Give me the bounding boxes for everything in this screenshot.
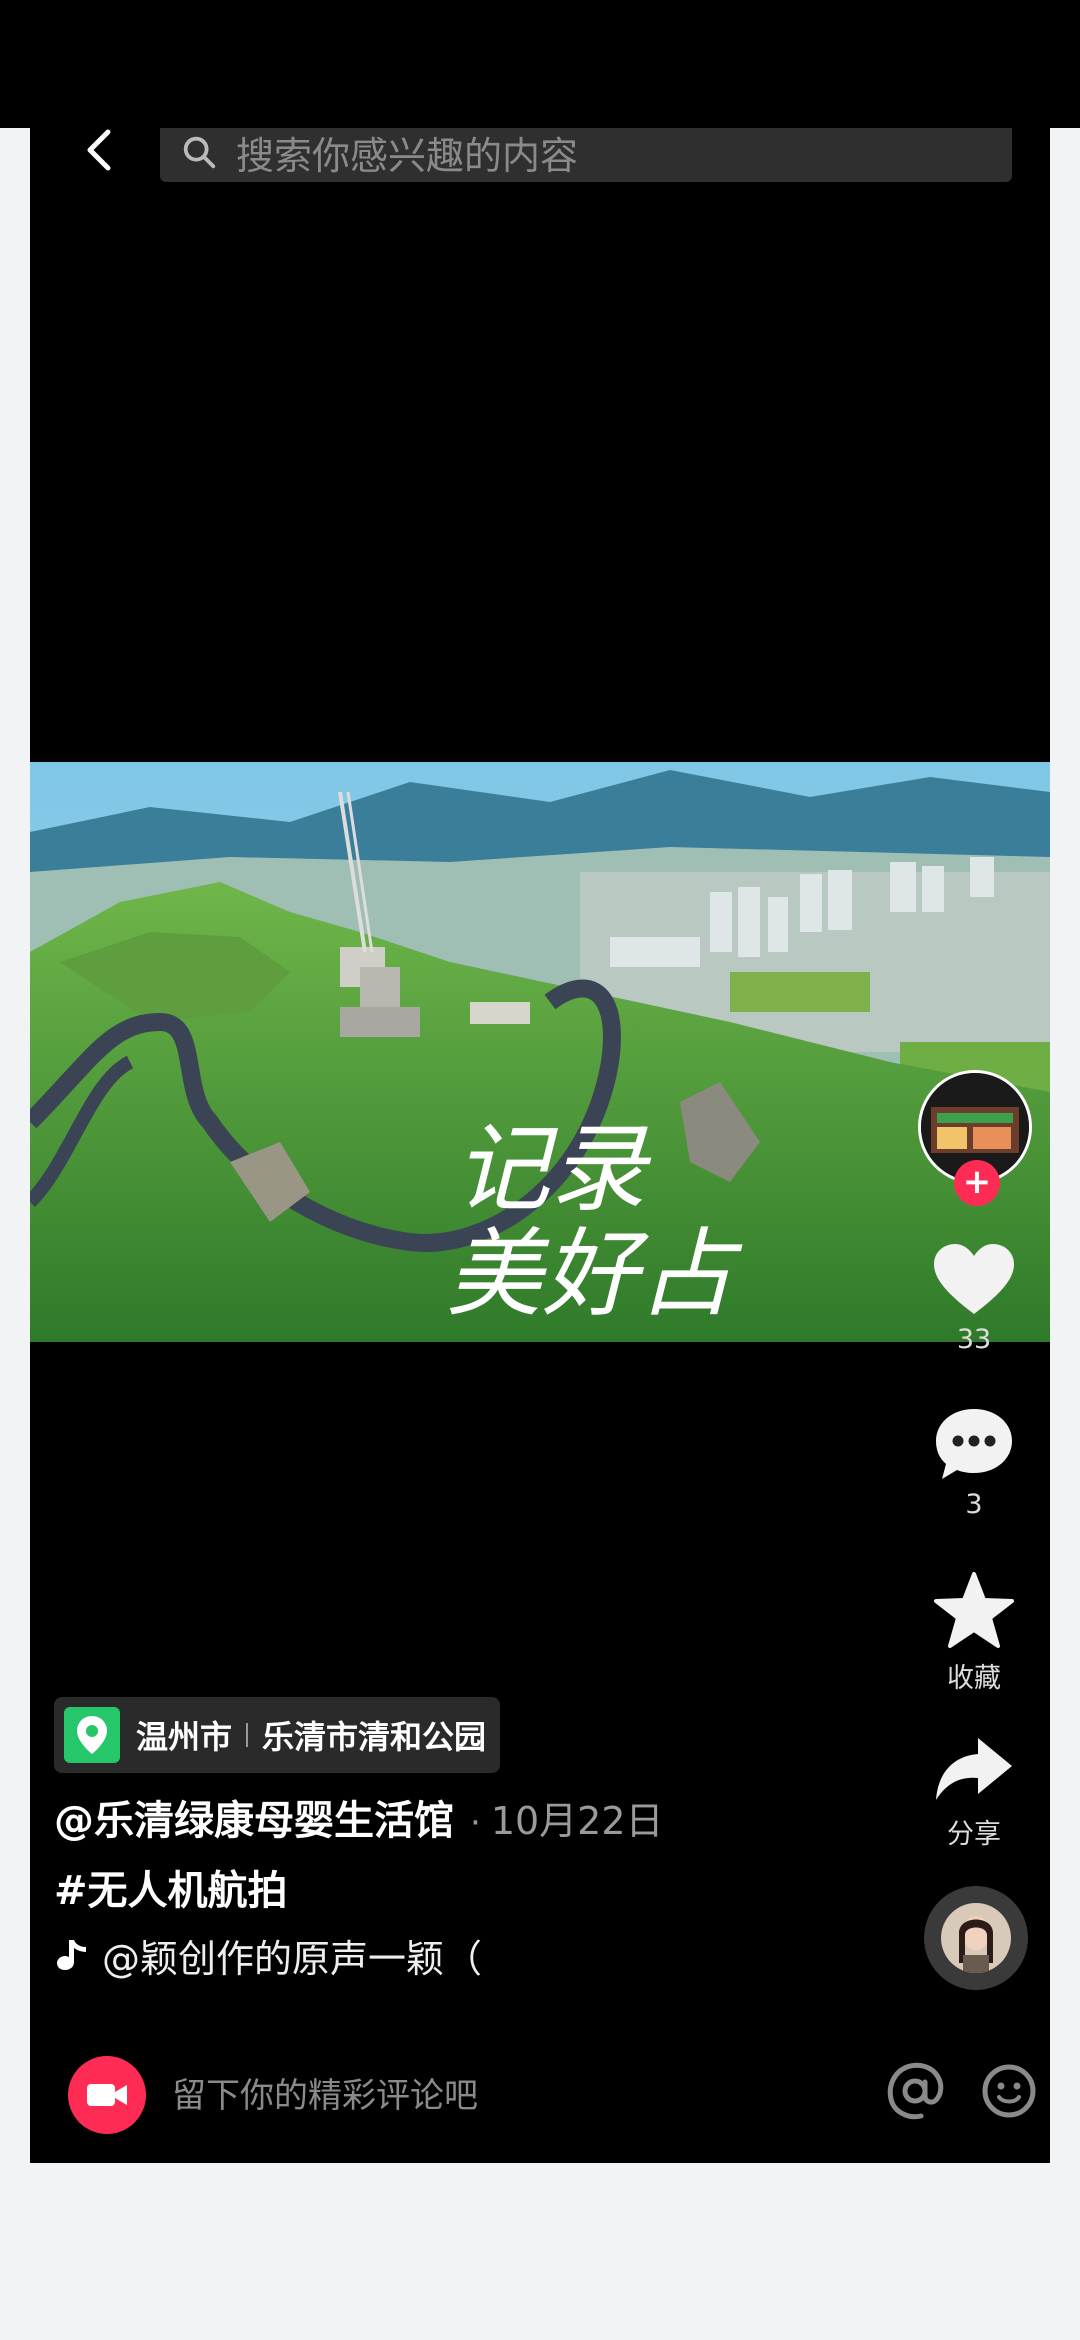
mention-at-icon[interactable] bbox=[880, 2056, 950, 2126]
video-player-panel[interactable]: 搜索你感兴趣的内容 记录 美好占 + 33 3 收藏 分享 温州市 乐清市清和公… bbox=[30, 128, 1050, 2163]
status-bar bbox=[0, 0, 1080, 128]
comment-count: 3 bbox=[965, 1489, 983, 1520]
comment-bar: 留下你的精彩评论吧 bbox=[30, 2042, 1050, 2152]
date-separator: · bbox=[470, 1803, 481, 1843]
author-date-line: @乐清绿康母婴生活馆 · 10月22日 bbox=[54, 1788, 664, 1846]
comment-bubble-icon bbox=[936, 1409, 1012, 1479]
video-frame[interactable]: 记录 美好占 bbox=[30, 762, 1050, 1342]
comment-input[interactable]: 留下你的精彩评论吧 bbox=[172, 2068, 478, 2117]
back-icon[interactable] bbox=[70, 128, 130, 180]
music-disc-button[interactable] bbox=[924, 1886, 1028, 1990]
music-info[interactable]: @颖创作的原声一颖（ bbox=[52, 1928, 482, 1983]
comment-button[interactable]: 3 bbox=[918, 1405, 1030, 1520]
creator-avatar-button[interactable]: + bbox=[918, 1070, 1032, 1206]
like-count: 33 bbox=[956, 1324, 992, 1355]
search-placeholder: 搜索你感兴趣的内容 bbox=[236, 133, 579, 178]
music-cover-avatar bbox=[941, 1903, 1011, 1973]
share-label: 分享 bbox=[947, 1819, 1001, 1850]
post-date: 10月22日 bbox=[490, 1799, 664, 1843]
star-icon bbox=[934, 1572, 1014, 1648]
video-camera-icon bbox=[87, 2084, 127, 2106]
share-arrow-icon bbox=[936, 1738, 1012, 1800]
heart-icon bbox=[934, 1244, 1014, 1314]
follow-button[interactable]: + bbox=[954, 1160, 1000, 1206]
emoji-icon[interactable] bbox=[974, 2056, 1044, 2126]
share-button[interactable]: 分享 bbox=[918, 1732, 1030, 1851]
music-title: @颖创作的原声一颖（ bbox=[102, 1937, 483, 1981]
music-note-icon bbox=[57, 1939, 86, 1970]
video-overlay-text-line1: 记录 bbox=[454, 1113, 652, 1225]
location-divider bbox=[246, 1723, 249, 1747]
location-place: 乐清市清和公园 bbox=[262, 1718, 487, 1756]
search-icon bbox=[183, 136, 216, 169]
location-tag[interactable]: 温州市 乐清市清和公园 bbox=[54, 1697, 501, 1773]
author-name[interactable]: @乐清绿康母婴生活馆 bbox=[54, 1798, 454, 1844]
favorite-button[interactable]: 收藏 bbox=[918, 1570, 1030, 1695]
hashtag-link[interactable]: #无人机航拍 bbox=[54, 1858, 288, 1916]
video-overlay-text-line2: 美好占 bbox=[446, 1218, 743, 1330]
aerial-landscape-image: 记录 美好占 bbox=[30, 762, 1050, 1342]
like-button[interactable]: 33 bbox=[918, 1242, 1030, 1355]
location-pin-icon bbox=[64, 1707, 120, 1763]
search-bar[interactable]: 搜索你感兴趣的内容 bbox=[160, 128, 1012, 182]
camera-button[interactable] bbox=[68, 2056, 146, 2134]
favorite-label: 收藏 bbox=[947, 1663, 1001, 1694]
location-city: 温州市 bbox=[136, 1718, 233, 1756]
